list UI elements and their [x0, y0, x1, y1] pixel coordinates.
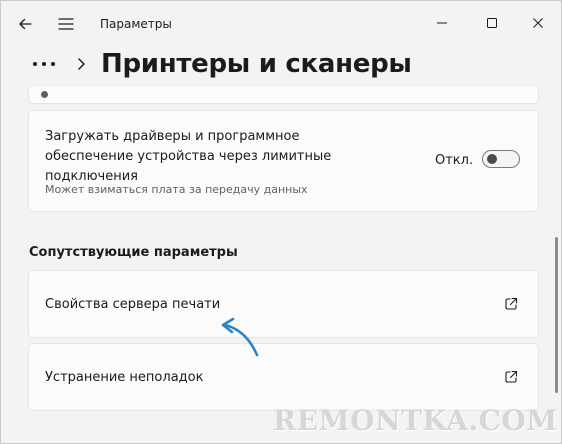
back-button[interactable] [10, 9, 40, 39]
toggle-knob [487, 154, 497, 164]
annotation-arrow-icon [221, 317, 259, 357]
page-title: Принтеры и сканеры [101, 49, 412, 79]
previous-setting-card [28, 87, 539, 104]
more-dots-icon [33, 62, 55, 66]
app-title: Параметры [100, 17, 172, 31]
link-label: Свойства сервера печати [45, 297, 221, 312]
title-bar: Параметры [1, 1, 561, 47]
troubleshoot-link[interactable]: Устранение неполадок [28, 343, 539, 411]
minimize-icon [437, 22, 447, 24]
print-server-properties-link[interactable]: Свойства сервера печати [28, 270, 539, 338]
breadcrumb-more-button[interactable] [29, 51, 59, 77]
close-button[interactable] [515, 7, 561, 39]
metered-setting-label: Загружать драйверы и программное обеспеч… [45, 129, 332, 184]
back-arrow-icon [19, 18, 32, 30]
external-link-icon [505, 370, 518, 383]
close-icon [533, 18, 543, 28]
minimize-button[interactable] [419, 7, 465, 39]
metered-toggle-switch[interactable] [482, 150, 520, 168]
related-settings-heading: Сопутствующие параметры [29, 245, 238, 260]
chevron-right-icon [78, 58, 85, 70]
navigation-menu-button[interactable] [51, 9, 81, 39]
toggle-state-label: Откл. [435, 153, 474, 168]
setting-bullet-icon [41, 91, 48, 98]
hamburger-icon [58, 18, 74, 30]
vertical-scrollbar[interactable] [555, 237, 558, 393]
maximize-button[interactable] [469, 7, 515, 39]
watermark: REMONTKA.COM [273, 404, 558, 437]
metered-setting-description: Может взиматься плата за передачу данных [45, 183, 308, 196]
external-link-icon [505, 297, 518, 310]
maximize-icon [487, 18, 497, 28]
metered-connection-setting: Загружать драйверы и программное обеспеч… [28, 110, 539, 212]
link-label: Устранение неполадок [45, 370, 204, 385]
settings-window: Параметры Принтеры и сканеры Загружать д… [0, 0, 562, 444]
